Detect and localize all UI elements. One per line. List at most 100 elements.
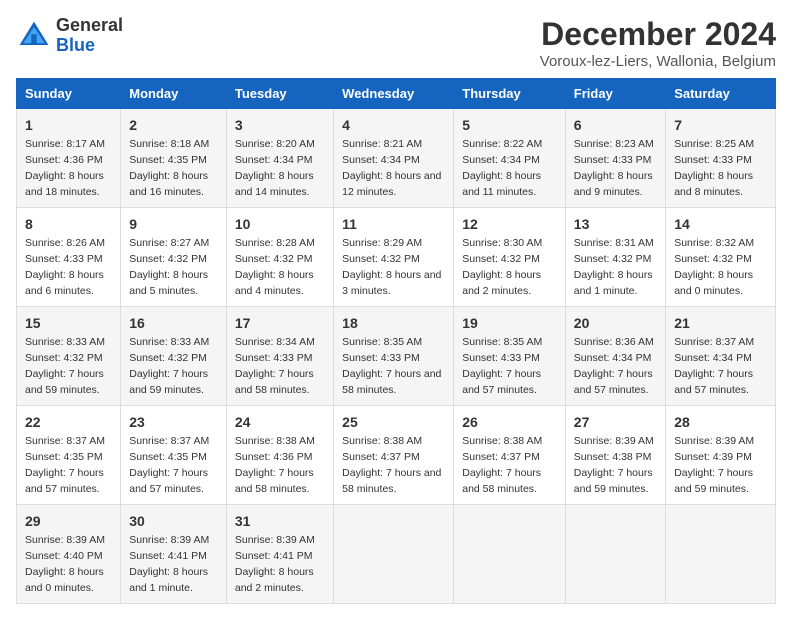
day-number: 21 <box>674 313 767 333</box>
cell-content: Sunrise: 8:25 AM Sunset: 4:33 PM Dayligh… <box>674 138 754 198</box>
cell-content: Sunrise: 8:36 AM Sunset: 4:34 PM Dayligh… <box>574 336 654 396</box>
cell-content: Sunrise: 8:27 AM Sunset: 4:32 PM Dayligh… <box>129 237 209 297</box>
cell-content: Sunrise: 8:23 AM Sunset: 4:33 PM Dayligh… <box>574 138 654 198</box>
calendar-cell <box>334 505 454 604</box>
day-number: 25 <box>342 412 445 432</box>
logo: General Blue <box>16 16 123 56</box>
cell-content: Sunrise: 8:39 AM Sunset: 4:40 PM Dayligh… <box>25 534 105 594</box>
day-number: 28 <box>674 412 767 432</box>
day-number: 9 <box>129 214 218 234</box>
cell-content: Sunrise: 8:39 AM Sunset: 4:38 PM Dayligh… <box>574 435 654 495</box>
cell-content: Sunrise: 8:38 AM Sunset: 4:37 PM Dayligh… <box>462 435 542 495</box>
calendar-cell: 6 Sunrise: 8:23 AM Sunset: 4:33 PM Dayli… <box>565 109 665 208</box>
day-number: 22 <box>25 412 112 432</box>
calendar-cell: 20 Sunrise: 8:36 AM Sunset: 4:34 PM Dayl… <box>565 307 665 406</box>
calendar-cell: 23 Sunrise: 8:37 AM Sunset: 4:35 PM Dayl… <box>121 406 227 505</box>
cell-content: Sunrise: 8:33 AM Sunset: 4:32 PM Dayligh… <box>129 336 209 396</box>
cell-content: Sunrise: 8:21 AM Sunset: 4:34 PM Dayligh… <box>342 138 441 198</box>
calendar-cell <box>565 505 665 604</box>
cell-content: Sunrise: 8:35 AM Sunset: 4:33 PM Dayligh… <box>462 336 542 396</box>
calendar-cell: 12 Sunrise: 8:30 AM Sunset: 4:32 PM Dayl… <box>454 208 566 307</box>
calendar-week: 29 Sunrise: 8:39 AM Sunset: 4:40 PM Dayl… <box>17 505 776 604</box>
calendar-cell: 9 Sunrise: 8:27 AM Sunset: 4:32 PM Dayli… <box>121 208 227 307</box>
cell-content: Sunrise: 8:38 AM Sunset: 4:37 PM Dayligh… <box>342 435 441 495</box>
header-day: Sunday <box>17 79 121 109</box>
cell-content: Sunrise: 8:39 AM Sunset: 4:41 PM Dayligh… <box>129 534 209 594</box>
day-number: 20 <box>574 313 657 333</box>
day-number: 27 <box>574 412 657 432</box>
day-number: 14 <box>674 214 767 234</box>
day-number: 1 <box>25 115 112 135</box>
header-row: SundayMondayTuesdayWednesdayThursdayFrid… <box>17 79 776 109</box>
calendar-cell: 17 Sunrise: 8:34 AM Sunset: 4:33 PM Dayl… <box>226 307 333 406</box>
calendar-week: 1 Sunrise: 8:17 AM Sunset: 4:36 PM Dayli… <box>17 109 776 208</box>
header-day: Monday <box>121 79 227 109</box>
cell-content: Sunrise: 8:22 AM Sunset: 4:34 PM Dayligh… <box>462 138 542 198</box>
logo-text: General Blue <box>56 16 123 56</box>
calendar-table: SundayMondayTuesdayWednesdayThursdayFrid… <box>16 78 776 604</box>
calendar-cell: 21 Sunrise: 8:37 AM Sunset: 4:34 PM Dayl… <box>666 307 776 406</box>
calendar-cell: 5 Sunrise: 8:22 AM Sunset: 4:34 PM Dayli… <box>454 109 566 208</box>
title-area: December 2024 Voroux-lez-Liers, Wallonia… <box>540 16 776 70</box>
day-number: 23 <box>129 412 218 432</box>
calendar-cell: 2 Sunrise: 8:18 AM Sunset: 4:35 PM Dayli… <box>121 109 227 208</box>
calendar-cell: 29 Sunrise: 8:39 AM Sunset: 4:40 PM Dayl… <box>17 505 121 604</box>
cell-content: Sunrise: 8:32 AM Sunset: 4:32 PM Dayligh… <box>674 237 754 297</box>
calendar-cell: 13 Sunrise: 8:31 AM Sunset: 4:32 PM Dayl… <box>565 208 665 307</box>
calendar-cell: 28 Sunrise: 8:39 AM Sunset: 4:39 PM Dayl… <box>666 406 776 505</box>
day-number: 8 <box>25 214 112 234</box>
day-number: 5 <box>462 115 557 135</box>
cell-content: Sunrise: 8:37 AM Sunset: 4:35 PM Dayligh… <box>129 435 209 495</box>
calendar-cell <box>666 505 776 604</box>
calendar-cell: 26 Sunrise: 8:38 AM Sunset: 4:37 PM Dayl… <box>454 406 566 505</box>
calendar-body: 1 Sunrise: 8:17 AM Sunset: 4:36 PM Dayli… <box>17 109 776 604</box>
calendar-cell: 4 Sunrise: 8:21 AM Sunset: 4:34 PM Dayli… <box>334 109 454 208</box>
calendar-week: 15 Sunrise: 8:33 AM Sunset: 4:32 PM Dayl… <box>17 307 776 406</box>
cell-content: Sunrise: 8:39 AM Sunset: 4:39 PM Dayligh… <box>674 435 754 495</box>
main-title: December 2024 <box>540 16 776 53</box>
calendar-cell: 10 Sunrise: 8:28 AM Sunset: 4:32 PM Dayl… <box>226 208 333 307</box>
day-number: 29 <box>25 511 112 531</box>
day-number: 19 <box>462 313 557 333</box>
cell-content: Sunrise: 8:18 AM Sunset: 4:35 PM Dayligh… <box>129 138 209 198</box>
calendar-week: 8 Sunrise: 8:26 AM Sunset: 4:33 PM Dayli… <box>17 208 776 307</box>
cell-content: Sunrise: 8:38 AM Sunset: 4:36 PM Dayligh… <box>235 435 315 495</box>
header-day: Friday <box>565 79 665 109</box>
calendar-cell: 14 Sunrise: 8:32 AM Sunset: 4:32 PM Dayl… <box>666 208 776 307</box>
day-number: 18 <box>342 313 445 333</box>
calendar-cell: 8 Sunrise: 8:26 AM Sunset: 4:33 PM Dayli… <box>17 208 121 307</box>
calendar-cell: 7 Sunrise: 8:25 AM Sunset: 4:33 PM Dayli… <box>666 109 776 208</box>
cell-content: Sunrise: 8:30 AM Sunset: 4:32 PM Dayligh… <box>462 237 542 297</box>
cell-content: Sunrise: 8:20 AM Sunset: 4:34 PM Dayligh… <box>235 138 315 198</box>
logo-icon <box>16 18 52 54</box>
header-day: Thursday <box>454 79 566 109</box>
calendar-cell: 1 Sunrise: 8:17 AM Sunset: 4:36 PM Dayli… <box>17 109 121 208</box>
day-number: 2 <box>129 115 218 135</box>
calendar-cell: 11 Sunrise: 8:29 AM Sunset: 4:32 PM Dayl… <box>334 208 454 307</box>
cell-content: Sunrise: 8:26 AM Sunset: 4:33 PM Dayligh… <box>25 237 105 297</box>
day-number: 7 <box>674 115 767 135</box>
cell-content: Sunrise: 8:37 AM Sunset: 4:35 PM Dayligh… <box>25 435 105 495</box>
day-number: 16 <box>129 313 218 333</box>
day-number: 6 <box>574 115 657 135</box>
day-number: 30 <box>129 511 218 531</box>
calendar-cell: 3 Sunrise: 8:20 AM Sunset: 4:34 PM Dayli… <box>226 109 333 208</box>
calendar-cell: 15 Sunrise: 8:33 AM Sunset: 4:32 PM Dayl… <box>17 307 121 406</box>
day-number: 11 <box>342 214 445 234</box>
calendar-cell: 16 Sunrise: 8:33 AM Sunset: 4:32 PM Dayl… <box>121 307 227 406</box>
day-number: 17 <box>235 313 325 333</box>
day-number: 12 <box>462 214 557 234</box>
cell-content: Sunrise: 8:37 AM Sunset: 4:34 PM Dayligh… <box>674 336 754 396</box>
cell-content: Sunrise: 8:35 AM Sunset: 4:33 PM Dayligh… <box>342 336 441 396</box>
calendar-cell: 31 Sunrise: 8:39 AM Sunset: 4:41 PM Dayl… <box>226 505 333 604</box>
cell-content: Sunrise: 8:28 AM Sunset: 4:32 PM Dayligh… <box>235 237 315 297</box>
calendar-cell: 18 Sunrise: 8:35 AM Sunset: 4:33 PM Dayl… <box>334 307 454 406</box>
calendar-cell: 30 Sunrise: 8:39 AM Sunset: 4:41 PM Dayl… <box>121 505 227 604</box>
cell-content: Sunrise: 8:34 AM Sunset: 4:33 PM Dayligh… <box>235 336 315 396</box>
day-number: 26 <box>462 412 557 432</box>
calendar-cell: 19 Sunrise: 8:35 AM Sunset: 4:33 PM Dayl… <box>454 307 566 406</box>
day-number: 15 <box>25 313 112 333</box>
header-day: Saturday <box>666 79 776 109</box>
calendar-cell: 22 Sunrise: 8:37 AM Sunset: 4:35 PM Dayl… <box>17 406 121 505</box>
day-number: 10 <box>235 214 325 234</box>
